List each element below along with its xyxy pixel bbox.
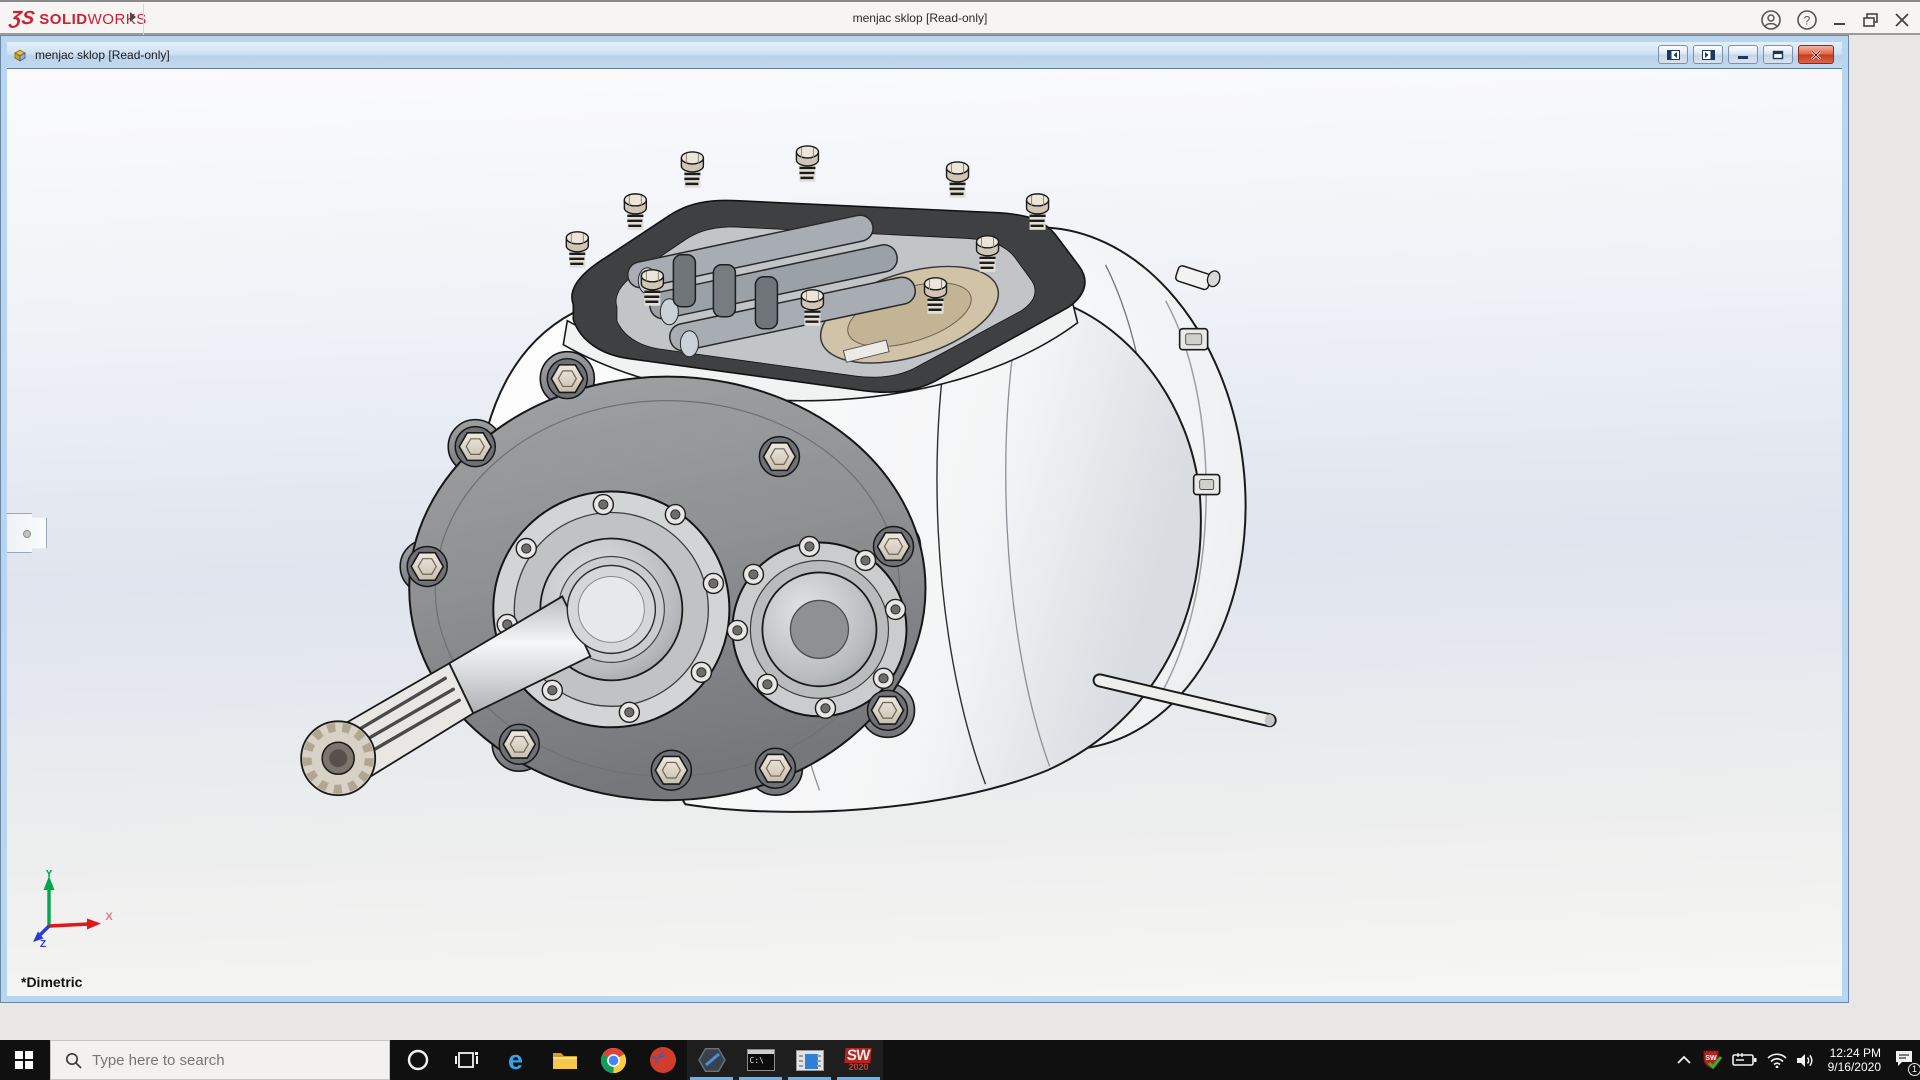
tray-chevron-icon[interactable] <box>1676 1055 1692 1065</box>
wifi-icon[interactable] <box>1767 1052 1787 1068</box>
search-icon <box>65 1052 82 1069</box>
app-titlebar: ƷS SOLID WORKS menjac sklop [Read-only] ? <box>0 0 1920 35</box>
taskbar-item-screen-recorder[interactable]: ✂ <box>638 1040 687 1080</box>
chrome-icon <box>600 1047 627 1073</box>
hexagon-app-icon <box>697 1047 726 1073</box>
solidworks-2020-icon: SW 2020 <box>844 1047 873 1072</box>
pane-left-button[interactable] <box>1658 45 1688 64</box>
action-center-button[interactable]: 1 <box>1894 1049 1920 1076</box>
account-icon[interactable] <box>1760 9 1782 31</box>
taskbar-item-chrome[interactable] <box>589 1040 638 1080</box>
tray-clock[interactable]: 12:24 PM 9/16/2020 <box>1828 1046 1881 1074</box>
doc-close-button[interactable] <box>1798 45 1834 64</box>
restore-button[interactable] <box>1862 12 1880 28</box>
help-icon[interactable]: ? <box>1796 9 1818 31</box>
svg-text:SW: SW <box>1705 1055 1717 1062</box>
volume-icon[interactable] <box>1796 1052 1815 1069</box>
battery-icon[interactable] <box>1731 1052 1758 1068</box>
taskbar-item-command-prompt[interactable]: C:\ <box>736 1040 785 1080</box>
file-explorer-icon <box>552 1053 577 1069</box>
taskbar-item-media-app[interactable] <box>785 1040 834 1080</box>
windows-logo-icon <box>15 1051 33 1069</box>
solidworks-shield-icon[interactable]: SW <box>1701 1049 1723 1071</box>
axis-y-label: Y <box>45 870 53 880</box>
feature-panel-splitter[interactable] <box>7 513 47 553</box>
task-view-icon <box>454 1052 478 1068</box>
taskbar-item-task-view[interactable] <box>442 1040 491 1080</box>
taskbar-item-hexagon-app[interactable] <box>687 1040 736 1080</box>
orientation-triad: Y X Z <box>33 870 113 948</box>
taskbar-item-solidworks[interactable]: SW 2020 <box>834 1040 883 1080</box>
taskbar-item-file-explorer[interactable] <box>540 1040 589 1080</box>
start-button[interactable] <box>0 1040 48 1080</box>
tray-date: 9/16/2020 <box>1827 1060 1881 1074</box>
splitter-dot-icon <box>23 530 31 538</box>
taskbar-item-edge[interactable]: e <box>491 1040 540 1080</box>
media-app-icon <box>795 1049 824 1071</box>
axis-x-label: X <box>105 911 113 923</box>
minimize-button[interactable] <box>1832 12 1848 28</box>
document-titlebar[interactable]: menjac sklop [Read-only] <box>7 42 1842 68</box>
edge-icon: e <box>507 1044 524 1075</box>
document-title: menjac sklop [Read-only] <box>35 48 170 62</box>
command-prompt-icon: C:\ <box>746 1049 775 1071</box>
close-button[interactable] <box>1894 12 1910 28</box>
graphics-viewport[interactable]: Y X Z *Dimetric <box>7 68 1842 996</box>
tray-time: 12:24 PM <box>1829 1046 1881 1060</box>
assembly-document-icon <box>14 49 26 62</box>
taskbar-item-cortana[interactable] <box>393 1040 442 1080</box>
taskbar-search[interactable] <box>50 1040 390 1080</box>
windows-taskbar: e ✂ <box>0 1040 1920 1080</box>
cortana-icon <box>407 1049 428 1071</box>
vent-stub[interactable] <box>1174 265 1222 291</box>
app-title: menjac sklop [Read-only] <box>852 11 988 25</box>
notification-badge: 1 <box>1908 1062 1920 1076</box>
screen-recorder-icon: ✂ <box>648 1046 676 1073</box>
gearbox-3d-model[interactable] <box>7 69 1842 996</box>
pane-right-button[interactable] <box>1693 45 1723 64</box>
svg-text:?: ? <box>1804 13 1811 27</box>
search-input[interactable] <box>92 1051 342 1069</box>
view-orientation-label: *Dimetric <box>21 974 83 990</box>
doc-restore-button[interactable] <box>1763 45 1793 64</box>
axis-z-label: Z <box>40 939 46 948</box>
doc-minimize-button[interactable] <box>1728 45 1758 64</box>
document-window: menjac sklop [Read-only] Y X Z *Dimetric <box>1 36 1848 1002</box>
